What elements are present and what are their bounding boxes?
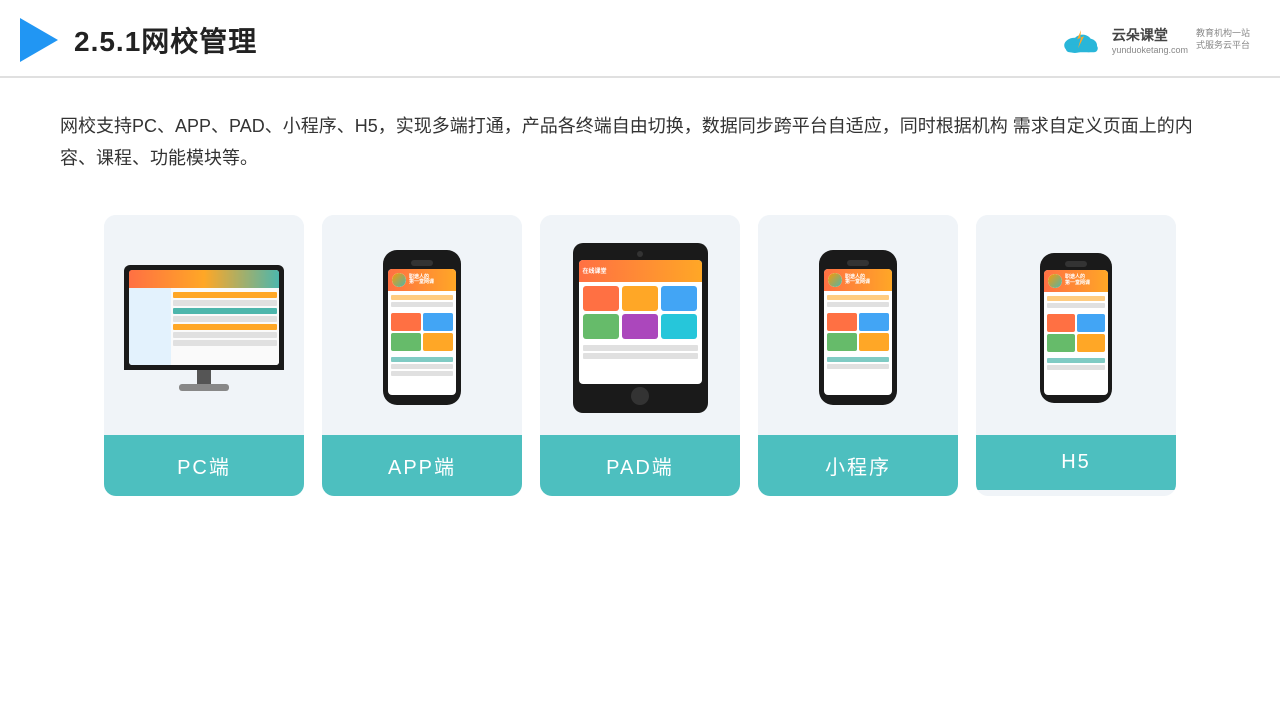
card-pc-label: PC端	[104, 435, 304, 496]
pad-mockup: 在线课堂	[573, 243, 708, 413]
phone-notch	[411, 260, 433, 266]
app-mockup: 职途人的第一堂网课	[383, 250, 461, 405]
h5-image-area: 职途人的第一堂网课	[976, 215, 1176, 435]
logo-text-area: 云朵课堂 yunduoketang.com	[1112, 25, 1188, 55]
phone-screen-2: 职途人的第一堂网课	[824, 269, 892, 395]
page-title: 2.5.1网校管理	[74, 20, 257, 60]
card-miniprogram-label: 小程序	[758, 435, 958, 496]
h5-mockup: 职途人的第一堂网课	[1040, 253, 1112, 403]
card-pad-label: PAD端	[540, 435, 740, 496]
miniprogram-mockup: 职途人的第一堂网课	[819, 250, 897, 405]
pc-image-area	[104, 215, 304, 435]
phone-screen: 职途人的第一堂网课	[388, 269, 456, 395]
tablet-home-button	[631, 387, 649, 405]
card-app: 职途人的第一堂网课	[322, 215, 522, 496]
card-app-label: APP端	[322, 435, 522, 496]
app-image-area: 职途人的第一堂网课	[322, 215, 522, 435]
logo-tagline: 教育机构一站式服务云平台	[1196, 28, 1250, 51]
miniprogram-image-area: 职途人的第一堂网课	[758, 215, 958, 435]
description-text: 网校支持PC、APP、PAD、小程序、H5，实现多端打通，产品各终端自由切换，数…	[0, 78, 1280, 195]
tablet-camera	[637, 251, 643, 257]
card-h5-label: H5	[976, 435, 1176, 490]
logo-area: 云朵课堂 yunduoketang.com 教育机构一站式服务云平台	[1058, 24, 1250, 56]
logo-url: yunduoketang.com	[1112, 45, 1188, 55]
desc-content: 网校支持PC、APP、PAD、小程序、H5，实现多端打通，产品各终端自由切换，数…	[60, 116, 1193, 168]
play-icon	[20, 18, 58, 62]
tablet-screen: 在线课堂	[579, 260, 702, 384]
header-left: 2.5.1网校管理	[20, 18, 257, 62]
header: 2.5.1网校管理 云朵课堂 yunduoketang.com 教育机构一站式服…	[0, 0, 1280, 78]
pc-mockup	[124, 265, 284, 391]
cloud-logo-icon	[1058, 24, 1104, 56]
card-miniprogram: 职途人的第一堂网课	[758, 215, 958, 496]
cards-container: PC端 职途人的第一堂网课	[0, 195, 1280, 526]
card-pc: PC端	[104, 215, 304, 496]
card-pad: 在线课堂 PAD端	[540, 215, 740, 496]
phone-screen-3: 职途人的第一堂网课	[1044, 270, 1108, 395]
phone-notch-2	[847, 260, 869, 266]
card-h5: 职途人的第一堂网课	[976, 215, 1176, 496]
logo-name: 云朵课堂	[1112, 25, 1168, 45]
pad-image-area: 在线课堂	[540, 215, 740, 435]
phone-notch-3	[1065, 261, 1087, 267]
